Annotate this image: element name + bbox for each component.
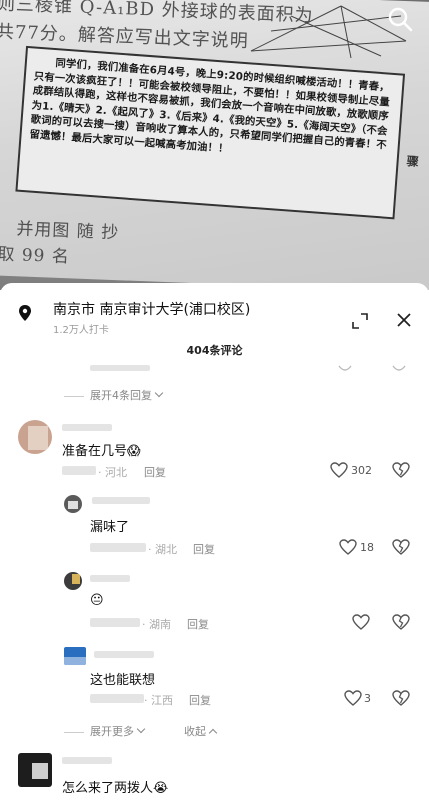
time-blurred <box>90 694 144 703</box>
paper-text-line: 期取 99 名 <box>0 243 71 268</box>
heart-icon <box>338 365 352 371</box>
username-blurred[interactable] <box>94 651 154 658</box>
avatar[interactable] <box>18 753 52 787</box>
avatar[interactable] <box>64 572 82 590</box>
avatar-blur <box>64 657 86 665</box>
collapse-button[interactable]: 收起 <box>184 723 218 739</box>
heart-icon[interactable] <box>352 614 370 630</box>
notice-side-char: 骤 <box>406 154 420 169</box>
notice-text: 同学们，我们准备在6月4号，晚上9:20的时候组织喊楼活动！！青春，只有一次该疯… <box>29 57 391 155</box>
hidden-row <box>90 365 150 371</box>
reply-button[interactable]: 回复 <box>193 541 215 557</box>
like-count: 3 <box>364 692 371 705</box>
broken-heart-icon <box>392 365 406 371</box>
reply-region: · 湖南 <box>142 618 171 631</box>
avatar[interactable] <box>64 647 86 665</box>
broken-heart-icon[interactable] <box>392 614 410 630</box>
close-icon[interactable] <box>397 313 411 327</box>
reply-text: 漏味了 <box>90 520 130 535</box>
chevron-up-icon <box>208 728 218 738</box>
expand-divider <box>64 395 84 397</box>
like-count: 302 <box>351 464 372 477</box>
heart-icon[interactable] <box>330 462 348 478</box>
expand-divider <box>64 731 84 733</box>
chevron-down-icon <box>154 388 164 398</box>
expand-replies-label: 展开4条回复 <box>90 389 152 402</box>
time-blurred <box>90 618 140 627</box>
location-checkins: 1.2万人打卡 <box>53 325 109 336</box>
paper-text-line: 并用图 随 抄 <box>16 219 120 244</box>
time-blurred <box>90 543 146 552</box>
reply-button[interactable]: 回复 <box>189 692 211 708</box>
heart-icon[interactable] <box>344 690 362 706</box>
reply-region: · 江西 <box>144 694 173 707</box>
reply-text: 这也能联想 <box>90 673 156 688</box>
broken-heart-icon[interactable] <box>392 539 410 555</box>
chevron-down-icon <box>136 724 146 734</box>
expand-more-button[interactable]: 展开更多 <box>64 723 146 739</box>
broken-heart-icon[interactable] <box>392 462 410 478</box>
heart-icon[interactable] <box>339 539 357 555</box>
avatar[interactable] <box>18 420 52 454</box>
collapse-label: 收起 <box>184 725 206 738</box>
avatar-blur <box>32 763 48 779</box>
reply-emoji: 😐 <box>90 593 104 608</box>
username-blurred[interactable] <box>92 497 150 504</box>
avatar[interactable] <box>64 495 82 513</box>
post-photo[interactable]: 则三棱锥 Q-A₁BD 外接球的表面积为 共77分。解答应写出文字说明 同学们，… <box>0 0 429 290</box>
comment-text: 怎么来了两拨人😭 <box>62 781 169 796</box>
username-blurred[interactable] <box>90 575 130 582</box>
reply-button[interactable]: 回复 <box>187 616 209 632</box>
username-blurred[interactable] <box>62 757 112 764</box>
comment-region: · 河北 <box>98 466 127 479</box>
notice-box: 同学们，我们准备在6月4号，晚上9:20的时候组织喊楼活动！！青春，只有一次该疯… <box>15 45 419 220</box>
expand-more-label: 展开更多 <box>90 725 134 738</box>
comment-text: 准备在几号😱 <box>62 444 141 459</box>
collapse-icon[interactable] <box>352 313 368 329</box>
search-icon[interactable] <box>385 4 415 34</box>
avatar-blur <box>68 501 78 509</box>
like-count: 18 <box>360 541 374 554</box>
broken-heart-icon[interactable] <box>392 690 410 706</box>
location-title[interactable]: 南京市 南京审计大学(浦口校区) <box>53 299 250 319</box>
time-blurred <box>62 466 96 475</box>
avatar-blur <box>72 574 80 584</box>
avatar-blur <box>28 426 48 450</box>
reply-button[interactable]: 回复 <box>144 464 166 480</box>
expand-replies-button[interactable]: 展开4条回复 <box>64 387 164 403</box>
comment-count: 404条评论 <box>186 344 243 357</box>
reply-region: · 湖北 <box>148 543 177 556</box>
location-bar[interactable]: 南京市 南京审计大学(浦口校区) 1.2万人打卡 <box>0 295 429 336</box>
pin-icon <box>19 305 31 321</box>
comment-sheet: 南京市 南京审计大学(浦口校区) 1.2万人打卡 404条评论 展开4条回复 准… <box>0 283 429 800</box>
username-blurred[interactable] <box>62 424 112 431</box>
